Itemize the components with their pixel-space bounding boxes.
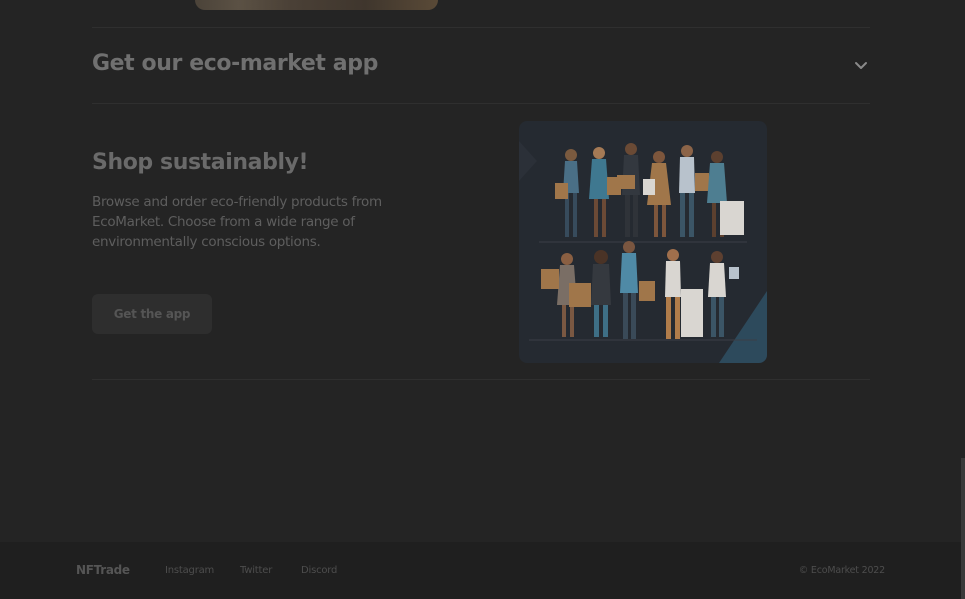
promo-description: Browse and order eco-friendly products f… [92, 194, 382, 250]
get-the-app-button[interactable]: Get the app [92, 294, 212, 334]
copyright: © EcoMarket 2022 [798, 565, 885, 576]
shoppers-illustration [519, 121, 767, 363]
divider [92, 379, 870, 380]
scrollbar[interactable] [961, 458, 965, 599]
divider [92, 103, 870, 104]
promo-title: Shop sustainably! [92, 150, 309, 175]
discord-link[interactable]: Discord [301, 565, 337, 576]
instagram-link[interactable]: Instagram [165, 565, 214, 576]
footer-brand[interactable]: NFTrade [76, 563, 130, 577]
twitter-link[interactable]: Twitter [240, 565, 272, 576]
chevron-down-icon[interactable] [852, 57, 870, 75]
accordion-title: Get our eco-market app [92, 51, 378, 76]
previous-section-image [195, 0, 438, 10]
app-accordion-header[interactable]: Get our eco-market app [92, 28, 870, 103]
footer: NFTrade Instagram Twitter Discord © EcoM… [0, 542, 965, 599]
